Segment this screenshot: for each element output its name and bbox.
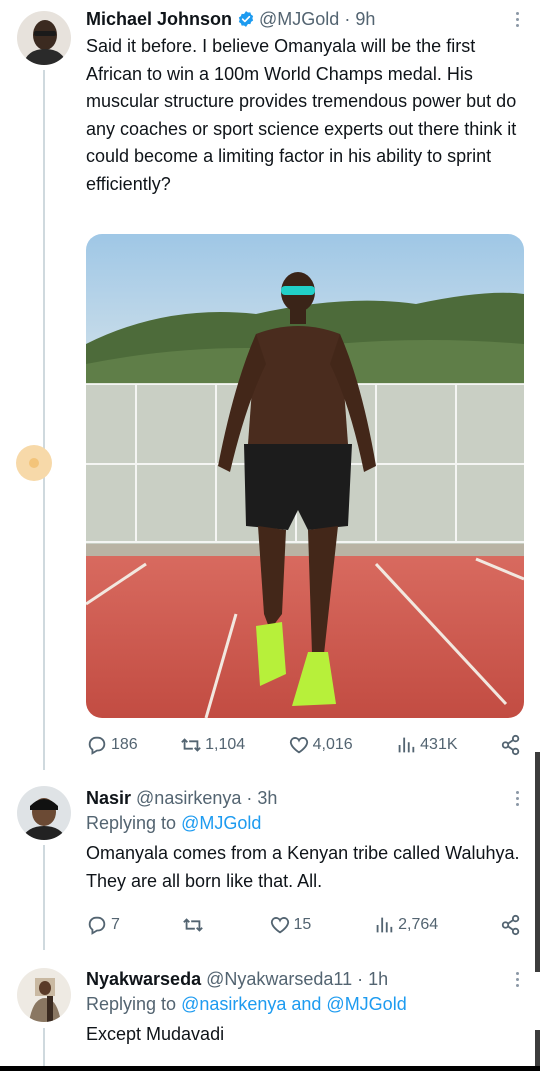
retweet-button[interactable]: 1,104 <box>180 733 245 757</box>
like-button[interactable]: 15 <box>269 913 312 937</box>
views-button[interactable]: 2,764 <box>373 913 438 937</box>
views-button[interactable]: 431K <box>395 733 458 757</box>
reply-button[interactable]: 186 <box>86 733 138 757</box>
replying-to-label: Replying to <box>86 813 182 833</box>
timestamp[interactable]: · 3h <box>246 786 277 810</box>
reply-icon <box>88 916 106 935</box>
verified-icon <box>238 11 254 27</box>
tweet-text: Omanyala comes from a Kenyan tribe calle… <box>86 843 520 891</box>
like-button[interactable]: 4,016 <box>288 733 353 757</box>
tweet-actions: 7 15 2,764 <box>86 913 522 937</box>
reply-button[interactable]: 7 <box>86 913 120 937</box>
tweet-text: Except Mudavadi <box>86 1024 225 1044</box>
replying-to-label: Replying to <box>86 994 182 1014</box>
display-name[interactable]: Nyakwarseda <box>86 967 201 991</box>
share-button[interactable] <box>500 913 522 937</box>
avatar[interactable] <box>17 11 71 65</box>
replying-to-link[interactable]: @MJGold <box>181 813 261 833</box>
tweet-header: Nyakwarseda @Nyakwarseda11 · 1h <box>86 967 524 991</box>
views-icon <box>398 737 415 753</box>
timestamp[interactable]: · 9h <box>344 7 375 31</box>
timestamp[interactable]: · 1h <box>357 967 388 991</box>
handle[interactable]: @nasirkenya <box>136 786 241 810</box>
divider <box>0 1066 540 1071</box>
display-name[interactable]: Nasir <box>86 786 131 810</box>
like-icon <box>289 737 308 754</box>
more-icon[interactable] <box>508 9 526 33</box>
share-button[interactable] <box>500 733 522 757</box>
tweet-reply[interactable]: Nyakwarseda @Nyakwarseda11 · 1h Replying… <box>0 955 540 1071</box>
avatar[interactable] <box>17 968 71 1022</box>
retweet-icon <box>181 738 201 752</box>
views-count: 2,764 <box>398 916 439 933</box>
views-icon <box>376 917 393 933</box>
like-icon <box>270 917 289 934</box>
retweet-icon <box>182 918 203 932</box>
replying-to: Replying to @MJGold <box>86 810 524 836</box>
avatar[interactable] <box>17 786 71 840</box>
scrollbar[interactable] <box>535 1030 540 1066</box>
views-count: 431K <box>420 736 458 753</box>
reply-count: 7 <box>111 916 120 933</box>
replying-to: Replying to @nasirkenya and @MJGold <box>86 991 524 1017</box>
tweet-header: Michael Johnson @MJGold · 9h <box>86 7 524 31</box>
display-name[interactable]: Michael Johnson <box>86 7 232 31</box>
handle[interactable]: @Nyakwarseda11 <box>206 967 352 991</box>
more-icon[interactable] <box>508 788 526 812</box>
more-icon[interactable] <box>508 969 526 993</box>
share-icon <box>501 914 520 936</box>
like-count: 15 <box>293 916 312 933</box>
tweet-reply[interactable]: Nasir @nasirkenya · 3h Replying to @MJGo… <box>0 770 540 950</box>
handle[interactable]: @MJGold <box>259 7 339 31</box>
tweet-photo[interactable] <box>86 234 524 718</box>
tweet-main[interactable]: Michael Johnson @MJGold · 9h Said it bef… <box>0 0 540 770</box>
reply-icon <box>88 736 106 755</box>
scrollbar[interactable] <box>535 752 540 972</box>
tweet-actions: 186 1,104 4,016 431K <box>86 733 522 757</box>
retweet-count: 1,104 <box>205 736 246 753</box>
retweet-button[interactable] <box>182 913 207 937</box>
replying-to-link[interactable]: @nasirkenya and @MJGold <box>181 994 407 1014</box>
tweet-text: Said it before. I believe Omanyala will … <box>86 36 517 194</box>
reply-count: 186 <box>111 736 138 753</box>
like-count: 4,016 <box>312 736 353 753</box>
share-icon <box>501 734 520 756</box>
tweet-header: Nasir @nasirkenya · 3h <box>86 786 524 810</box>
